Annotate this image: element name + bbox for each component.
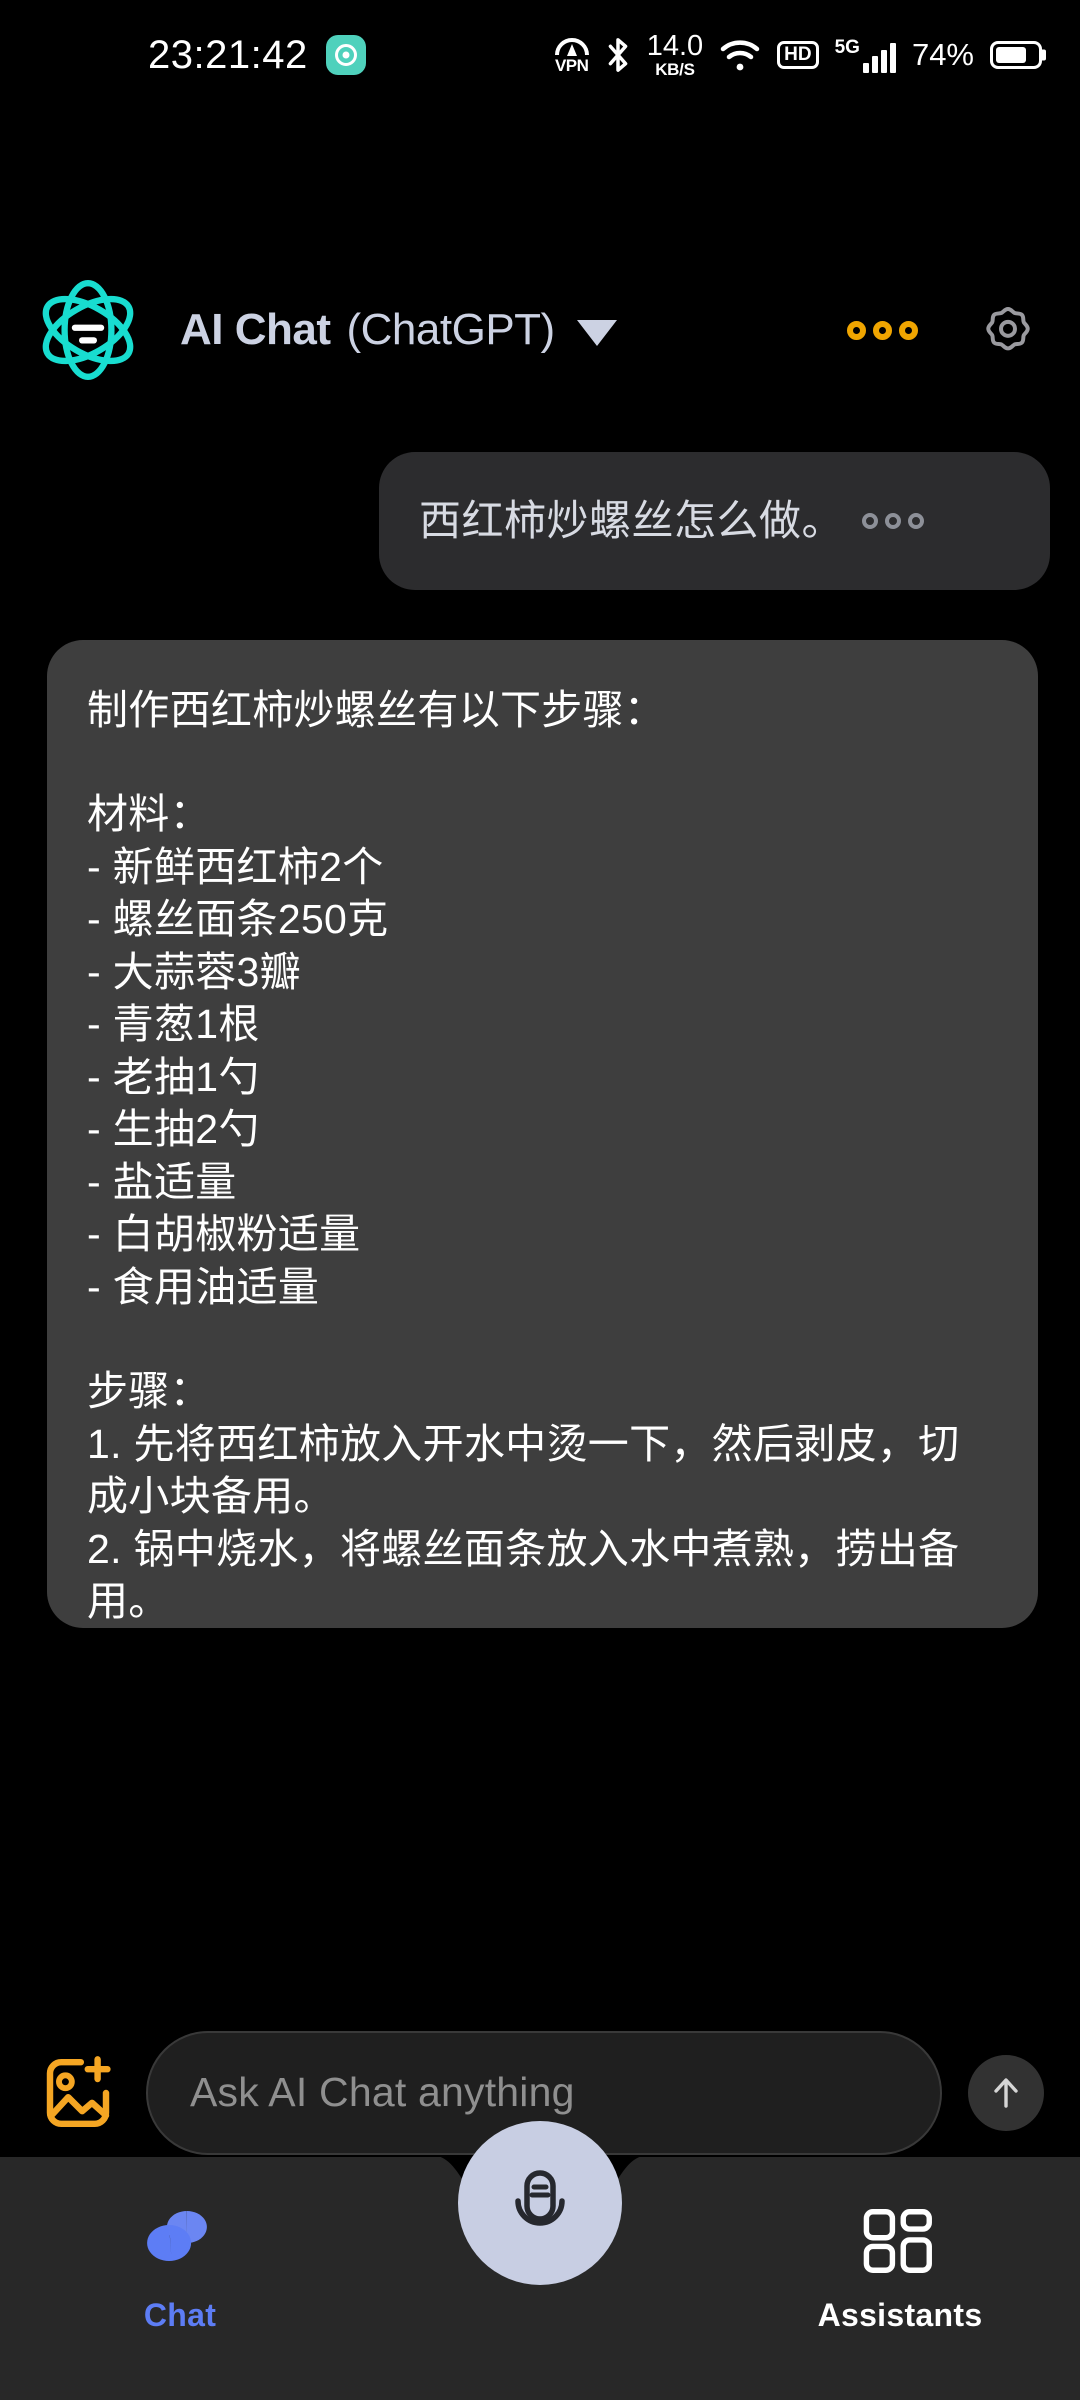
nav-label-chat: Chat	[143, 2297, 217, 2333]
user-message-more-icon[interactable]	[862, 513, 925, 529]
signal-bars-icon	[862, 43, 896, 73]
status-bar-left: 23:21:42	[148, 33, 366, 78]
music-app-icon	[325, 35, 366, 75]
network-speed-value: 14.0	[646, 29, 704, 62]
hd-badge: HD	[777, 41, 819, 69]
step-item: 2. 锅中烧水，将螺丝面条放入水中煮熟，捞出备用。	[87, 1525, 960, 1625]
material-item: - 老抽1勺	[87, 1053, 260, 1100]
add-image-icon[interactable]	[36, 2051, 120, 2135]
voice-input-button[interactable]	[458, 2121, 622, 2285]
materials-heading: 材料：	[87, 791, 211, 838]
vpn-label: VPN	[554, 55, 589, 75]
title-model: (ChatGPT)	[346, 305, 556, 354]
arrow-up-icon	[994, 2077, 1018, 2108]
step-item: 1. 先将西红柿放入开水中烫一下，然后剥皮，切成小块备用。	[87, 1420, 960, 1520]
bluetooth-icon	[608, 38, 628, 72]
grid-squares-icon	[863, 2209, 932, 2273]
user-message-text: 西红柿炒螺丝怎么做。	[419, 496, 845, 544]
battery-icon	[990, 41, 1042, 69]
user-message-bubble[interactable]: 西红柿炒螺丝怎么做。	[379, 452, 1050, 590]
title-main: AI Chat	[180, 305, 331, 354]
conversation-title[interactable]: AI Chat (ChatGPT)	[180, 305, 617, 355]
message-input-placeholder: Ask AI Chat anything	[190, 2069, 575, 2115]
chat-bubbles-icon	[147, 2211, 207, 2261]
nav-label-assistants: Assistants	[817, 2297, 983, 2333]
vpn-icon: VPN	[554, 37, 589, 75]
steps-heading: 步骤：	[87, 1368, 211, 1415]
material-item: - 大蒜蓉3瓣	[87, 948, 301, 995]
status-bar-right: VPN 14.0 KB/S HD 5G 74%	[554, 29, 1042, 80]
material-item: - 青葱1根	[87, 1001, 260, 1048]
material-item: - 白胡椒粉适量	[87, 1211, 361, 1258]
phone-screen: 23:21:42 VPN 14.0 KB/S HD 5G 74% AI Chat…	[0, 0, 1080, 2400]
chevron-down-icon[interactable]	[576, 320, 617, 346]
nav-item-assistants[interactable]: Assistants	[720, 2157, 1080, 2334]
material-item: - 食用油适量	[87, 1263, 320, 1310]
material-item: - 螺丝面条250克	[87, 896, 389, 943]
network-speed: 14.0 KB/S	[646, 29, 704, 80]
app-header: AI Chat (ChatGPT)	[0, 270, 1080, 390]
atom-logo-icon	[42, 280, 134, 380]
microphone-icon	[515, 2170, 565, 2226]
signal-indicator: 5G	[835, 37, 896, 73]
network-speed-unit: KB/S	[655, 60, 695, 80]
send-button[interactable]	[968, 2054, 1044, 2131]
nav-item-chat[interactable]: Chat	[0, 2157, 360, 2334]
ai-message-bubble[interactable]: 制作西红柿炒螺丝有以下步骤： 材料： - 新鲜西红柿2个 - 螺丝面条250克 …	[47, 640, 1038, 1628]
ai-intro-text: 制作西红柿炒螺丝有以下步骤：	[87, 687, 666, 733]
status-bar: 23:21:42 VPN 14.0 KB/S HD 5G 74%	[0, 0, 1080, 110]
material-item: - 盐适量	[87, 1158, 237, 1205]
material-item: - 生抽2勺	[87, 1106, 260, 1153]
wifi-icon	[720, 40, 760, 71]
material-item: - 新鲜西红柿2个	[87, 843, 384, 890]
network-type-label: 5G	[834, 37, 860, 58]
more-dots-icon[interactable]	[847, 320, 918, 340]
gear-icon[interactable]	[980, 302, 1036, 358]
status-clock: 23:21:42	[148, 32, 308, 77]
battery-percent: 74%	[911, 37, 974, 72]
chat-message-list[interactable]: 西红柿炒螺丝怎么做。 制作西红柿炒螺丝有以下步骤： 材料： - 新鲜西红柿2个 …	[0, 400, 1080, 2005]
